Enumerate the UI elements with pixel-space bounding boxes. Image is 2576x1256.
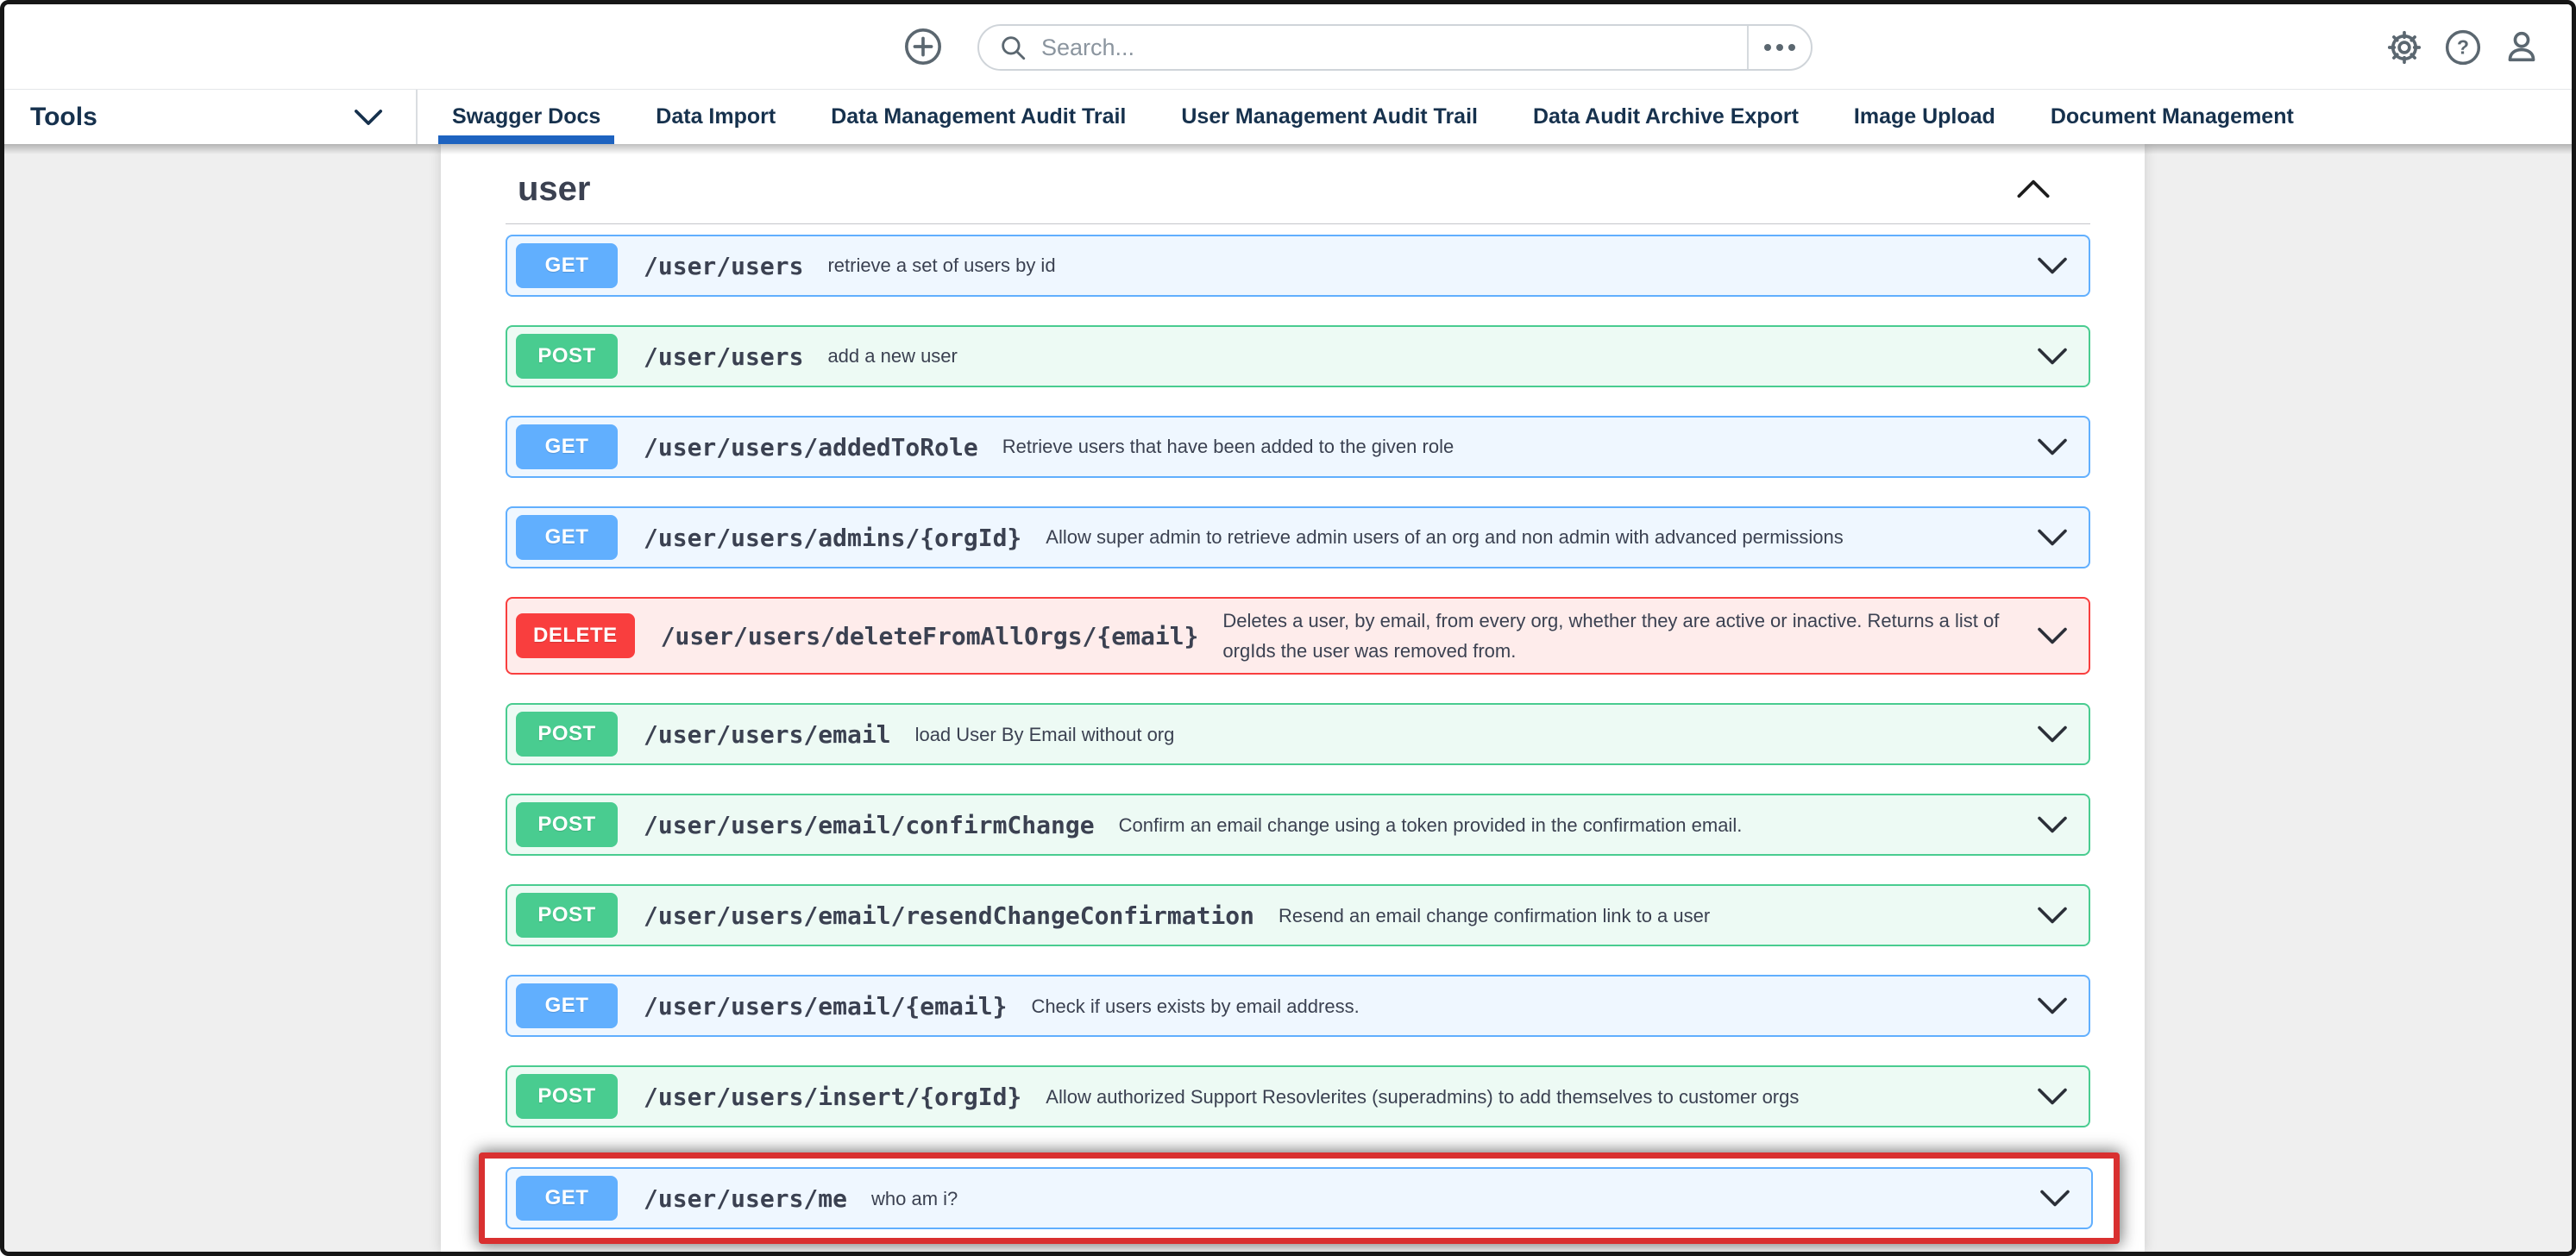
method-badge: POST (516, 1074, 618, 1119)
svg-text:?: ? (2457, 35, 2469, 58)
endpoint-row[interactable]: POST/user/users add a new user (506, 325, 2090, 387)
chevron-up-icon[interactable] (2016, 179, 2051, 199)
swagger-docs: user GET/user/users retrieve a set of use… (441, 144, 2145, 1252)
user-account-icon[interactable] (2503, 28, 2541, 66)
endpoint-description: Allow super admin to retrieve admin user… (1046, 522, 2011, 552)
endpoint-row[interactable]: POST/user/users/insert/{orgId} Allow auth… (506, 1065, 2090, 1127)
endpoint-description: retrieve a set of users by id (827, 250, 2011, 280)
endpoint-list: GET/user/users retrieve a set of users by… (506, 235, 2090, 1244)
tab-bar: Swagger DocsData ImportData Management A… (418, 90, 2322, 144)
tab-swagger-docs[interactable]: Swagger Docs (424, 90, 628, 144)
section-header-user[interactable]: user (506, 168, 2090, 210)
chevron-down-icon[interactable] (2037, 347, 2068, 366)
search-bar (977, 24, 1813, 71)
chevron-down-icon[interactable] (2037, 256, 2068, 275)
method-badge: GET (516, 243, 618, 288)
endpoint-description: Deletes a user, by email, from every org… (1222, 606, 2011, 666)
endpoint-description: Retrieve users that have been added to t… (1002, 431, 2011, 462)
search-icon (998, 33, 1027, 62)
search-more-button[interactable] (1747, 26, 1811, 69)
method-badge: POST (516, 802, 618, 847)
endpoint-path: /user/users/email/confirmChange (644, 811, 1095, 839)
tab-data-audit-archive-export[interactable]: Data Audit Archive Export (1505, 90, 1826, 144)
endpoint-path: /user/users/insert/{orgId} (644, 1083, 1021, 1111)
method-badge: GET (516, 424, 618, 469)
endpoint-description: load User By Email without org (915, 719, 2011, 750)
endpoint-row[interactable]: GET/user/users/email/{email} Check if use… (506, 975, 2090, 1037)
endpoint-row[interactable]: GET/user/users/admins/{orgId} Allow super… (506, 506, 2090, 568)
endpoint-path: /user/users (644, 342, 803, 371)
toolbar: Tools Swagger DocsData ImportData Manage… (4, 90, 2572, 144)
endpoint-path: /user/users/addedToRole (644, 433, 978, 462)
top-bar: ? (4, 4, 2572, 90)
tools-label: Tools (30, 103, 97, 132)
endpoint-description: Resend an email change confirmation link… (1279, 901, 2011, 931)
search-input[interactable] (1040, 34, 1747, 62)
chevron-down-icon (354, 109, 383, 126)
help-icon[interactable]: ? (2444, 28, 2482, 66)
method-badge: GET (516, 1176, 618, 1221)
endpoint-description: add a new user (827, 341, 2011, 371)
tools-dropdown[interactable]: Tools (4, 90, 418, 144)
section-title: user (518, 170, 591, 208)
section-divider (506, 223, 2090, 224)
endpoint-row[interactable]: GET/user/users/addedToRole Retrieve users… (506, 416, 2090, 478)
endpoint-path: /user/users (644, 252, 803, 280)
chevron-down-icon[interactable] (2037, 996, 2068, 1015)
endpoint-description: Confirm an email change using a token pr… (1119, 810, 2011, 840)
method-badge: POST (516, 893, 618, 938)
chevron-down-icon[interactable] (2037, 1087, 2068, 1106)
method-badge: GET (516, 515, 618, 560)
chevron-down-icon[interactable] (2039, 1189, 2070, 1208)
endpoint-path: /user/users/admins/{orgId} (644, 524, 1021, 552)
window-frame: ? Tools Swagger DocsData ImportData Mana… (0, 0, 2576, 1256)
tab-data-management-audit-trail[interactable]: Data Management Audit Trail (803, 90, 1153, 144)
plus-circle-icon[interactable] (903, 27, 943, 66)
tab-data-import[interactable]: Data Import (628, 90, 803, 144)
endpoint-path: /user/users/me (644, 1184, 847, 1213)
ellipsis-icon (1764, 44, 1771, 51)
top-right-icons: ? (2385, 4, 2541, 90)
chevron-down-icon[interactable] (2037, 626, 2068, 645)
endpoint-description: Check if users exists by email address. (1031, 991, 2011, 1021)
swagger-panel: user GET/user/users retrieve a set of use… (441, 144, 2145, 1252)
endpoint-row[interactable]: POST/user/users/email/resendChangeConfir… (506, 884, 2090, 946)
endpoint-path: /user/users/email/{email} (644, 992, 1007, 1020)
endpoint-path: /user/users/email (644, 720, 891, 749)
content-area: user GET/user/users retrieve a set of use… (4, 144, 2572, 1252)
chevron-down-icon[interactable] (2037, 815, 2068, 834)
gear-icon[interactable] (2385, 28, 2423, 66)
method-badge: POST (516, 712, 618, 757)
tab-image-upload[interactable]: Image Upload (1826, 90, 2023, 144)
chevron-down-icon[interactable] (2037, 528, 2068, 547)
chevron-down-icon[interactable] (2037, 725, 2068, 744)
tab-user-management-audit-trail[interactable]: User Management Audit Trail (1153, 90, 1505, 144)
endpoint-path: /user/users/deleteFromAllOrgs/{email} (661, 622, 1199, 650)
endpoint-row[interactable]: DELETE/user/users/deleteFromAllOrgs/{ema… (506, 597, 2090, 675)
chevron-down-icon[interactable] (2037, 906, 2068, 925)
tab-document-management[interactable]: Document Management (2023, 90, 2322, 144)
endpoint-row[interactable]: POST/user/users/email load User By Email … (506, 703, 2090, 765)
method-badge: GET (516, 983, 618, 1028)
endpoint-row[interactable]: GET/user/users/me who am i? (506, 1167, 2093, 1229)
endpoint-row[interactable]: GET/user/users retrieve a set of users by… (506, 235, 2090, 297)
method-badge: POST (516, 334, 618, 379)
endpoint-path: /user/users/email/resendChangeConfirmati… (644, 901, 1254, 930)
endpoint-description: who am i? (871, 1184, 2014, 1214)
chevron-down-icon[interactable] (2037, 437, 2068, 456)
annotation-highlight-box: GET/user/users/me who am i? (479, 1152, 2120, 1244)
endpoint-row[interactable]: POST/user/users/email/confirmChange Confi… (506, 794, 2090, 856)
method-badge: DELETE (516, 613, 635, 658)
endpoint-description: Allow authorized Support Resovlerites (s… (1046, 1082, 2011, 1112)
